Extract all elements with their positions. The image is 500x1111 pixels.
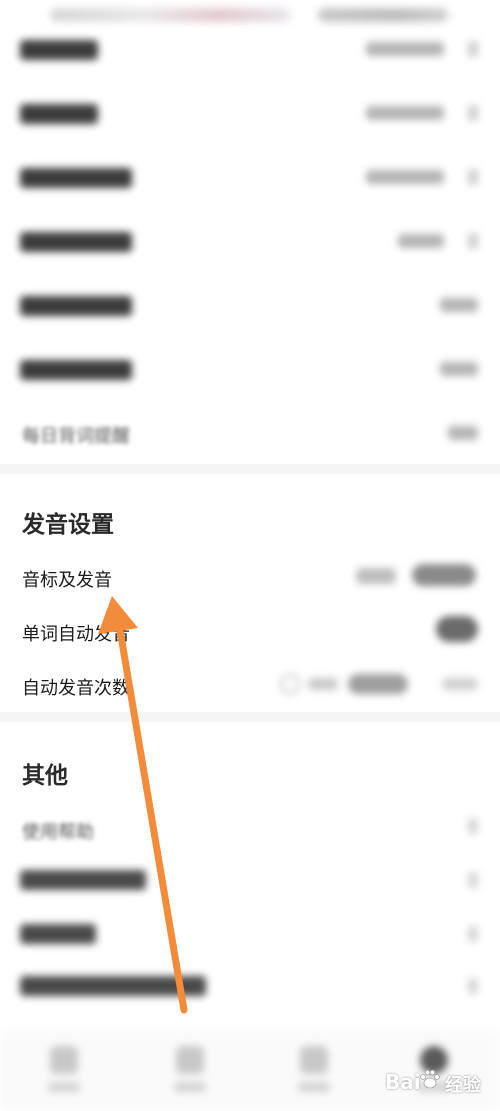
watermark-brand-cn: 经验: [445, 1075, 481, 1096]
annotation-arrow: [98, 596, 188, 1014]
arrow-shaft: [114, 614, 188, 1014]
watermark-brand: Bai: [385, 1070, 421, 1094]
paw-icon: [420, 1069, 440, 1089]
arrow-head: [98, 596, 138, 634]
baidu-watermark: Bai 经验: [385, 1064, 497, 1096]
